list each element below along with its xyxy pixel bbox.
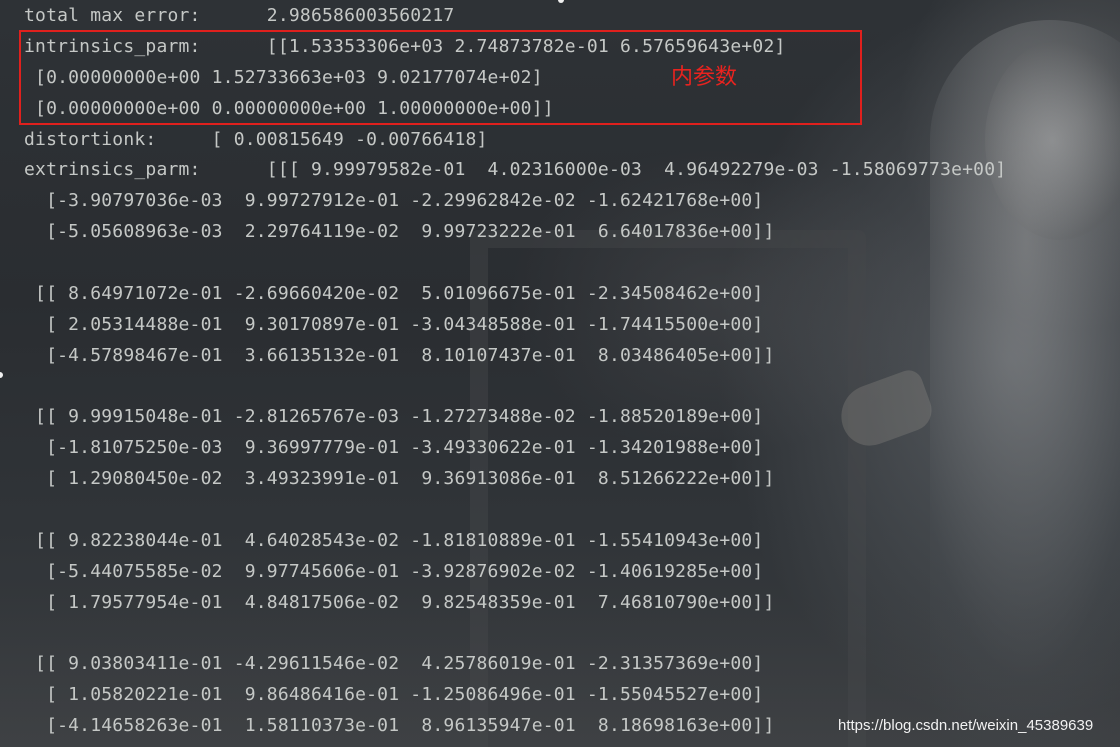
console-line: [[ 9.03803411e-01 -4.29611546e-02 4.2578… bbox=[24, 653, 764, 674]
console-line: total max error: 2.986586003560217 bbox=[24, 5, 455, 26]
terminal-window: total max error: 2.986586003560217 intri… bbox=[0, 0, 1120, 747]
console-line: [ 1.05820221e-01 9.86486416e-01 -1.25086… bbox=[24, 684, 764, 705]
console-line: [-1.81075250e-03 9.36997779e-01 -3.49330… bbox=[24, 437, 764, 458]
console-line: [-5.05608963e-03 2.29764119e-02 9.997232… bbox=[24, 221, 775, 242]
console-line: [-3.90797036e-03 9.99727912e-01 -2.29962… bbox=[24, 190, 764, 211]
console-line: [[ 9.99915048e-01 -2.81265767e-03 -1.272… bbox=[24, 406, 764, 427]
console-line: [ 1.29080450e-02 3.49323991e-01 9.369130… bbox=[24, 468, 775, 489]
console-line: [[ 9.82238044e-01 4.64028543e-02 -1.8181… bbox=[24, 530, 764, 551]
console-line: [-5.44075585e-02 9.97745606e-01 -3.92876… bbox=[24, 561, 764, 582]
watermark-url: https://blog.csdn.net/weixin_45389639 bbox=[838, 717, 1094, 734]
console-line: extrinsics_parm: [[[ 9.99979582e-01 4.02… bbox=[24, 159, 1007, 180]
console-line: [-4.14658263e-01 1.58110373e-01 8.961359… bbox=[24, 715, 775, 736]
console-line: [[ 8.64971072e-01 -2.69660420e-02 5.0109… bbox=[24, 283, 764, 304]
console-line: [ 2.05314488e-01 9.30170897e-01 -3.04348… bbox=[24, 314, 764, 335]
console-line: [-4.57898467e-01 3.66135132e-01 8.101074… bbox=[24, 345, 775, 366]
intrinsics-annotation-label: 内参数 bbox=[671, 65, 738, 90]
console-line: distortionk: [ 0.00815649 -0.00766418] bbox=[24, 129, 488, 150]
console-line: [ 1.79577954e-01 4.84817506e-02 9.825483… bbox=[24, 592, 775, 613]
